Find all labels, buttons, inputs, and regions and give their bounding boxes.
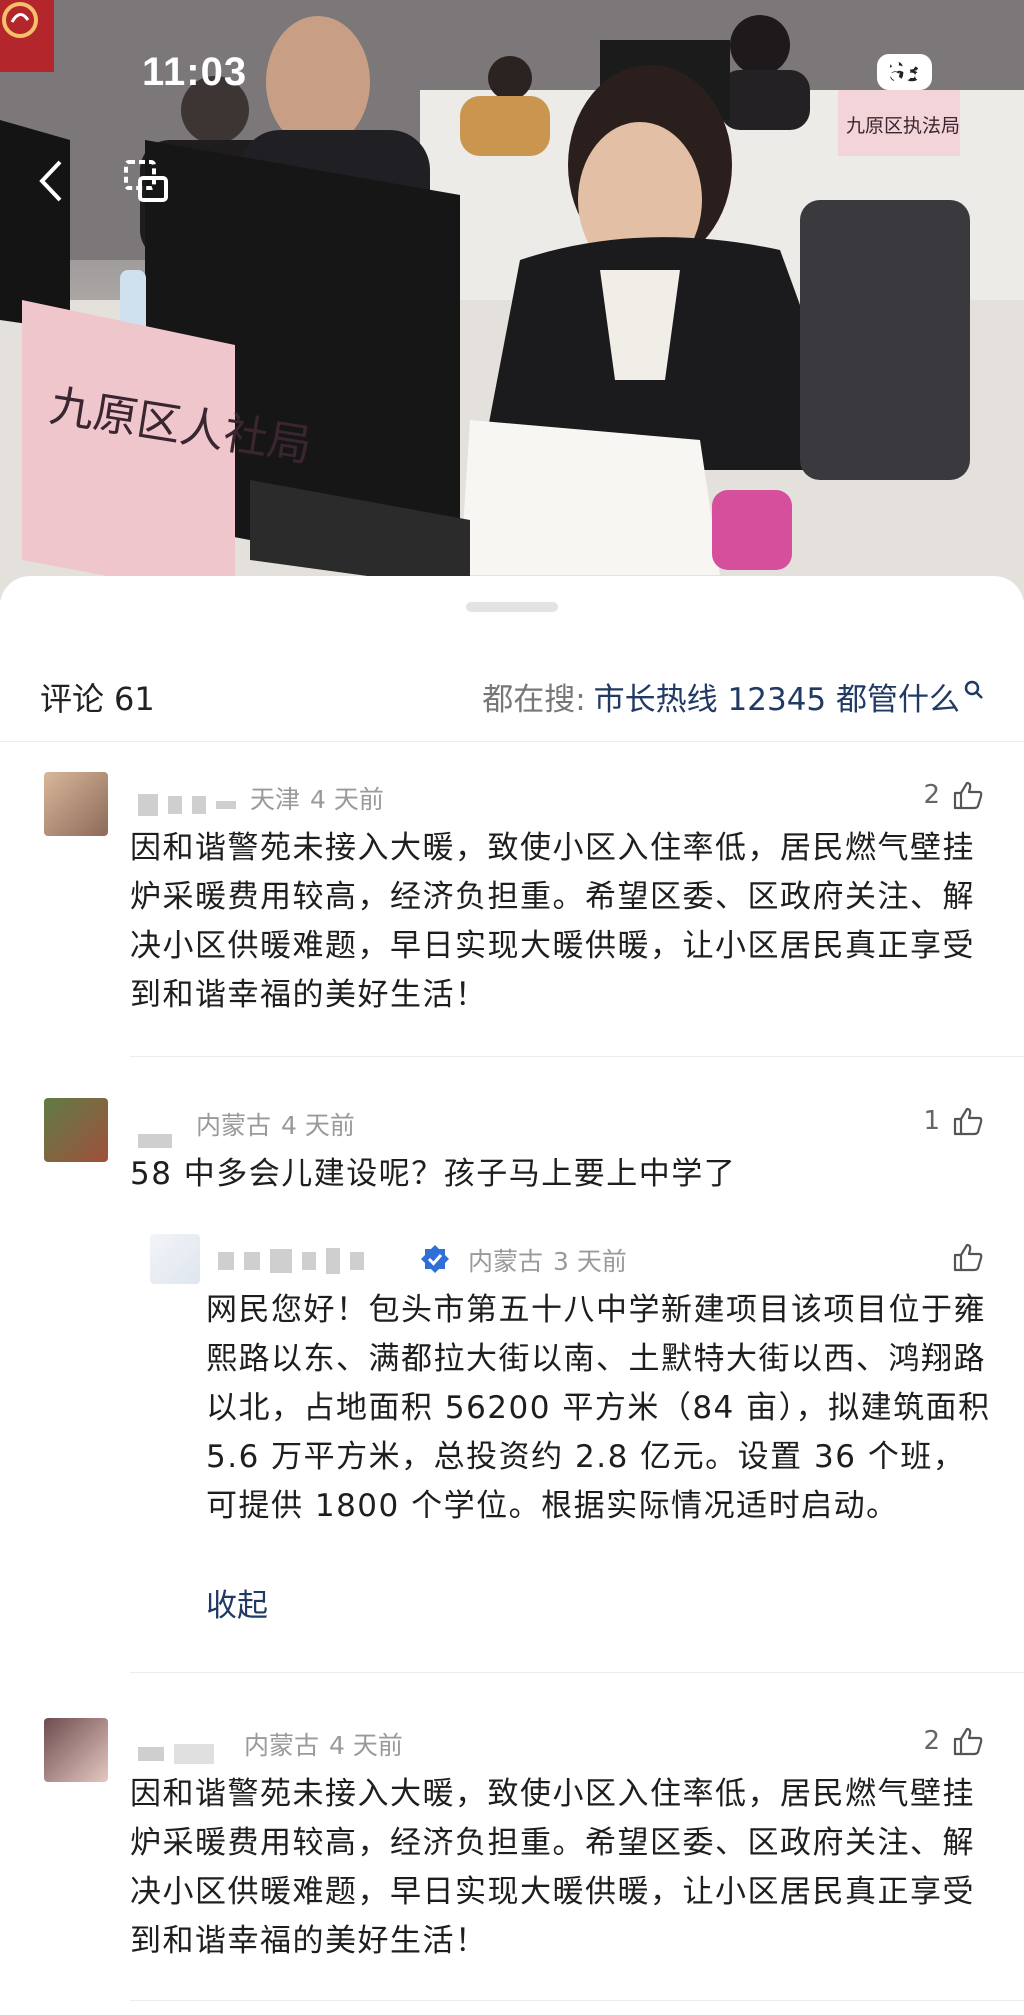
verified-icon	[421, 1245, 449, 1273]
reply-meta: 内蒙古 3 天前	[468, 1242, 627, 1278]
reply-time: 3 天前	[553, 1247, 627, 1276]
like-button[interactable]: 1	[923, 1106, 984, 1136]
username-masked	[138, 1134, 172, 1148]
sheet-drag-handle[interactable]	[466, 602, 558, 612]
search-icon[interactable]	[964, 680, 984, 700]
hot-search-link[interactable]: 都在搜: 市长热线 12345 都管什么	[482, 674, 984, 719]
hot-search-prefix: 都在搜:	[482, 682, 586, 718]
avatar[interactable]	[44, 1098, 108, 1162]
reply-like-button[interactable]	[952, 1242, 984, 1272]
reply-username-masked	[218, 1248, 364, 1274]
article-photo: 九原区人社局 九原区执法局 11:03 93	[0, 0, 1024, 600]
thumb-up-icon	[953, 1727, 983, 1756]
comments-sheet: 评论 61 都在搜: 市长热线 12345 都管什么 天津 4 天前 2 因和谐警苑…	[0, 576, 1024, 2015]
collapse-reply-link[interactable]: 收起	[206, 1580, 268, 1625]
comments-title-label: 评论	[40, 679, 105, 718]
hot-search-query[interactable]: 市长热线 12345 都管什么	[594, 674, 960, 719]
comment-text: 因和谐警苑未接入大暖，致使小区入住率低，居民燃气壁挂炉采暖费用较高，经济负担重。…	[130, 830, 975, 1013]
comment-time: 4 天前	[281, 1111, 355, 1140]
like-count: 2	[923, 1726, 940, 1756]
comment-location: 内蒙古	[196, 1111, 272, 1140]
comment-meta: 天津 4 天前	[250, 780, 384, 816]
reply-text: 网民您好！包头市第五十八中学新建项目该项目位于雍熙路以东、满都拉大街以南、土默特…	[206, 1292, 991, 1524]
like-count: 2	[923, 780, 940, 810]
avatar[interactable]	[44, 772, 108, 836]
comment-text: 58 中多会儿建设呢？孩子马上要上中学了	[130, 1156, 737, 1192]
sign-right-text: 九原区执法局	[846, 115, 960, 137]
divider	[130, 2000, 1024, 2001]
thumb-up-icon	[953, 781, 983, 810]
divider	[130, 1672, 1024, 1673]
logo-swirl-icon	[2, 2, 38, 38]
comments-count: 61	[114, 679, 155, 718]
status-time: 11:03	[142, 50, 248, 94]
comment-meta: 内蒙古 4 天前	[244, 1726, 403, 1762]
wifi-icon	[878, 55, 918, 85]
status-icons: 93	[876, 54, 932, 90]
comment-time: 4 天前	[329, 1731, 403, 1760]
divider	[130, 1056, 1024, 1057]
like-count: 1	[923, 1106, 940, 1136]
comment-location: 天津	[250, 785, 301, 814]
back-icon	[39, 160, 62, 202]
comment-text: 因和谐警苑未接入大暖，致使小区入住率低，居民燃气壁挂炉采暖费用较高，经济负担重。…	[130, 1776, 975, 1959]
like-button[interactable]: 2	[923, 780, 984, 810]
username-masked	[138, 1744, 214, 1764]
comment-meta: 内蒙古 4 天前	[196, 1106, 355, 1142]
reply-location: 内蒙古	[468, 1247, 544, 1276]
username-masked	[138, 794, 236, 816]
like-button[interactable]: 2	[923, 1726, 984, 1756]
media-logo	[0, 0, 54, 72]
comments-header: 评论 61 都在搜: 市长热线 12345 都管什么	[0, 652, 1024, 742]
thumb-up-icon	[953, 1243, 983, 1272]
thumb-up-icon	[953, 1107, 983, 1136]
comment-time: 4 天前	[310, 785, 384, 814]
floating-window-icon	[124, 160, 168, 202]
reply-avatar[interactable]	[150, 1234, 200, 1284]
comments-title: 评论 61	[40, 674, 155, 720]
avatar[interactable]	[44, 1718, 108, 1782]
comment-location: 内蒙古	[244, 1731, 320, 1760]
